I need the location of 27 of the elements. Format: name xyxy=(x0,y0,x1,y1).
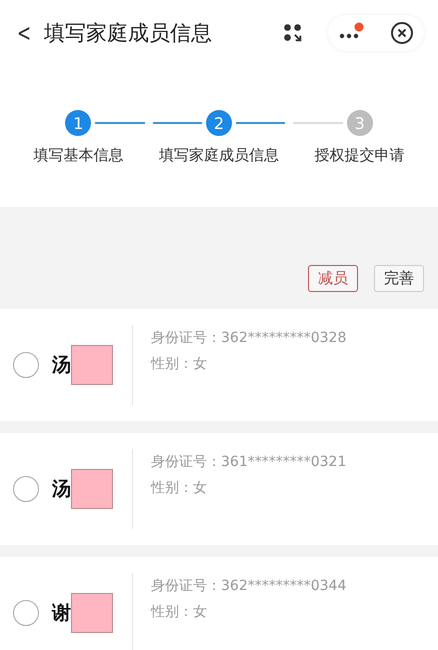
id-number-text: 身份证号：361*********0321 xyxy=(151,453,346,471)
step-label: 填写基本信息 xyxy=(33,146,124,165)
step-label: 填写家庭成员信息 xyxy=(159,146,279,165)
dots-grid-icon[interactable] xyxy=(282,22,304,44)
redaction-block xyxy=(71,593,113,633)
action-button[interactable]: 完善 xyxy=(374,264,424,292)
member-name: 汤 xyxy=(52,477,71,502)
member-name: 谢 xyxy=(52,601,71,626)
radio-button[interactable] xyxy=(13,352,39,378)
back-button[interactable]: < xyxy=(17,19,32,47)
action-button[interactable]: 减员 xyxy=(308,264,358,292)
radio-button[interactable] xyxy=(13,476,39,502)
close-icon[interactable] xyxy=(390,21,414,45)
redaction-block xyxy=(71,345,113,385)
id-number-text: 身份证号：362*********0344 xyxy=(151,577,346,595)
step-label: 授权提交申请 xyxy=(314,146,405,165)
gender-text: 性别：女 xyxy=(151,603,208,621)
page-title: 填写家庭成员信息 xyxy=(44,20,214,47)
step-number: 3 xyxy=(346,110,373,136)
redaction-block xyxy=(71,469,113,509)
gender-text: 性别：女 xyxy=(151,479,208,497)
gender-text: 性别：女 xyxy=(151,355,208,373)
step-number: 2 xyxy=(206,110,232,136)
radio-button[interactable] xyxy=(13,600,39,626)
id-number-text: 身份证号：362*********0328 xyxy=(151,329,346,347)
member-name: 汤 xyxy=(52,353,71,378)
step-number: 1 xyxy=(65,110,92,136)
